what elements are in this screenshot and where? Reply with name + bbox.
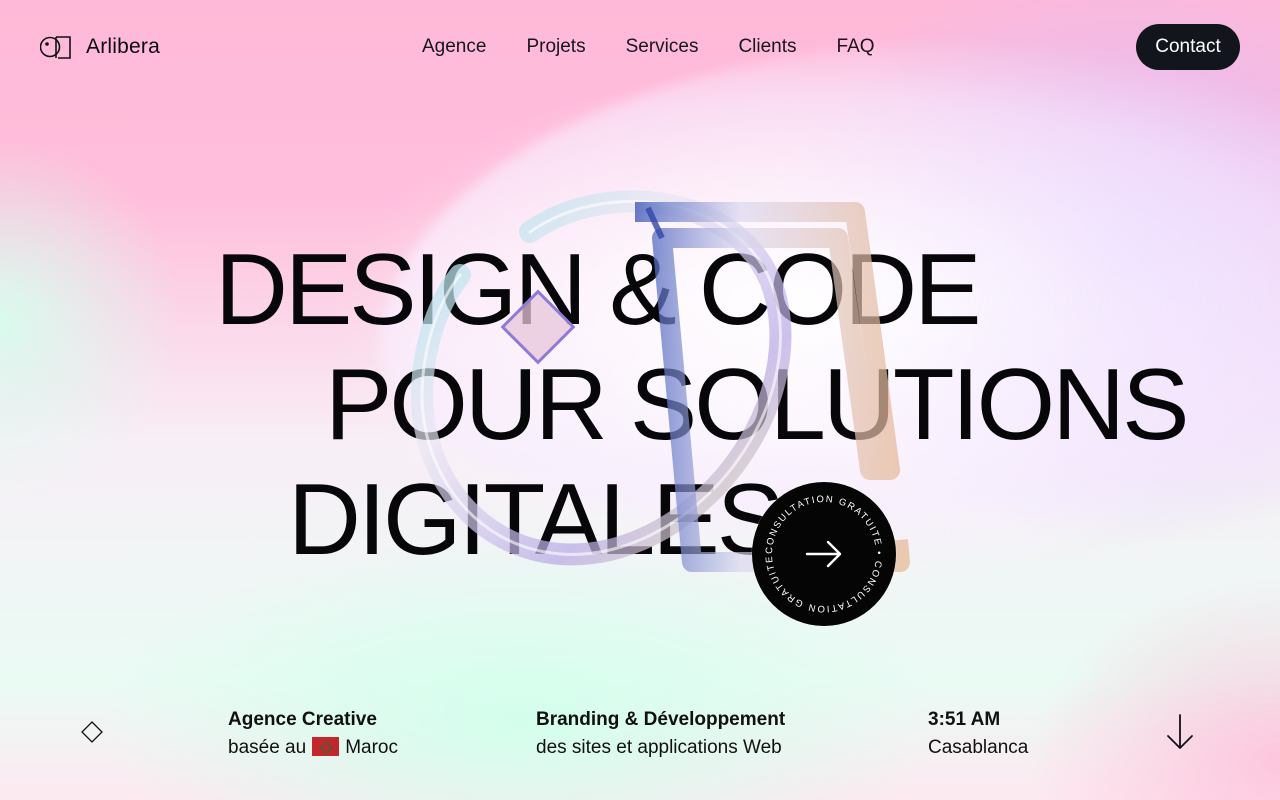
arlibera-logo-icon [40,36,71,59]
nav-item-clients[interactable]: Clients [738,36,796,58]
brand-name: Arlibera [86,35,160,58]
contact-button[interactable]: Contact [1136,24,1240,70]
nav-item-agence[interactable]: Agence [422,36,486,58]
diamond-icon [81,721,103,743]
local-time: 3:51 AM [928,709,1001,730]
hero-headline-line-3: DIGITALES [288,464,784,576]
nav-item-services[interactable]: Services [626,36,699,58]
info-agency-location-prefix: basée au [228,737,307,758]
info-services-title: Branding & Développement [536,709,786,730]
hero-headline-line-2: POUR SOLUTIONS [325,349,1190,461]
local-city: Casablanca [928,737,1029,758]
brand-logo[interactable]: Arlibera [40,32,160,62]
info-agency: Agence Creative basée au Maroc [228,706,398,762]
arrow-right-icon [805,540,842,568]
info-services: Branding & Développement des sites et ap… [536,706,785,762]
info-agency-country: Maroc [345,737,398,758]
main-nav: Agence Projets Services Clients FAQ [422,36,875,58]
info-local-time: 3:51 AM Casablanca [928,706,1028,762]
info-agency-title: Agence Creative [228,709,377,730]
free-consultation-button[interactable]: CONSULTATION GRATUITE • CONSULTATION GRA… [752,482,896,626]
scroll-down-arrow-icon[interactable] [1166,713,1194,751]
morocco-flag-icon [312,737,340,756]
nav-item-faq[interactable]: FAQ [837,36,875,58]
info-services-line: des sites et applications Web [536,737,782,758]
hero-headline-line-1: DESIGN & CODE [215,234,982,346]
nav-item-projets[interactable]: Projets [526,36,585,58]
